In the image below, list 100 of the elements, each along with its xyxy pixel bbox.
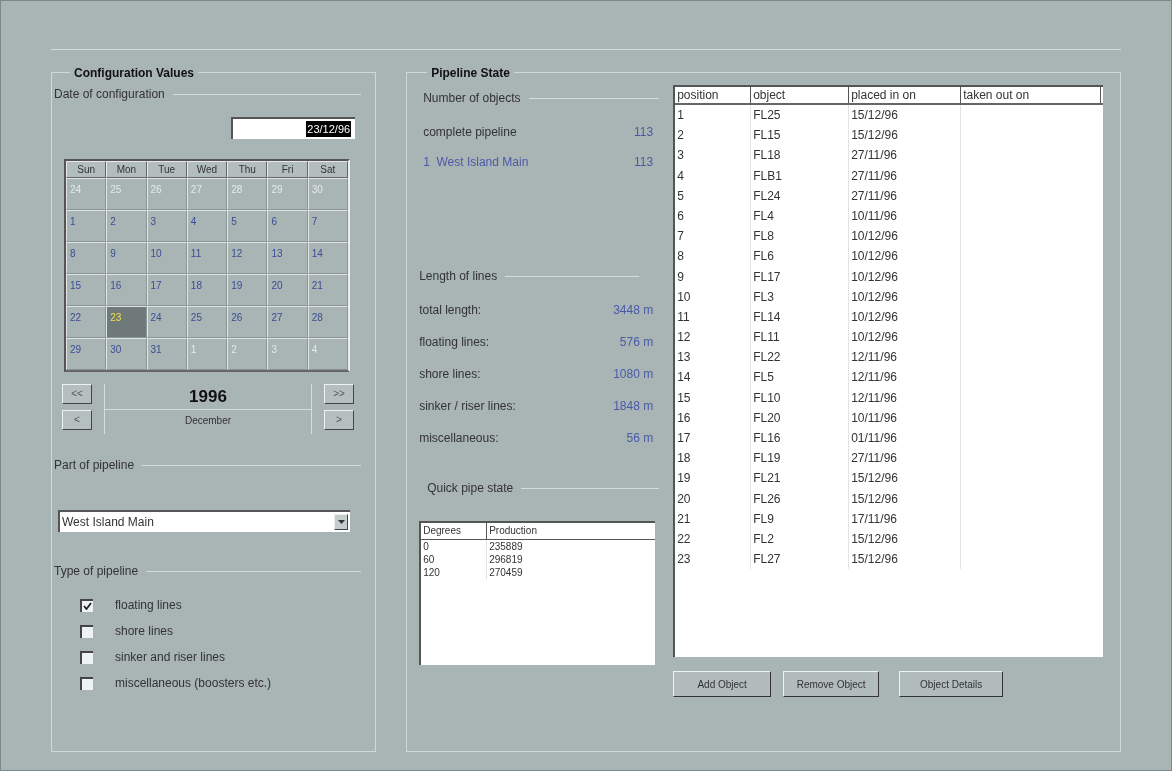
table-cell: 27/11/96: [849, 448, 962, 469]
table-cell: FL11: [751, 327, 850, 348]
next-month-button[interactable]: >: [324, 410, 354, 430]
checkbox-label: sinker and riser lines: [115, 649, 226, 666]
weekday-header: Thu: [227, 161, 268, 178]
table-cell: 22: [675, 528, 752, 550]
calendar-day[interactable]: 29: [66, 338, 107, 370]
table-cell: 12/11/96: [849, 387, 962, 408]
calendar-day[interactable]: 21: [307, 274, 348, 306]
table-cell: 19: [675, 468, 752, 489]
calendar-day[interactable]: 12: [227, 242, 268, 274]
calendar-day[interactable]: 3: [146, 210, 187, 242]
table-cell-text: 296819: [488, 553, 524, 566]
table-cell: FLB1: [751, 165, 850, 186]
table-cell: 12: [675, 327, 752, 348]
calendar-day[interactable]: 23: [106, 306, 147, 338]
calendar-day[interactable]: 6: [267, 210, 308, 242]
action-button[interactable]: Object Details: [899, 671, 1004, 697]
previous-month-button[interactable]: <: [62, 410, 92, 430]
table-cell: FL2: [751, 528, 850, 550]
calendar-day[interactable]: 30: [106, 338, 147, 370]
calendar-day[interactable]: 10: [146, 242, 187, 274]
next-year-button[interactable]: >>: [324, 384, 354, 404]
count-label: 1 West Island Main: [423, 154, 529, 171]
calendar-day[interactable]: 16: [106, 274, 147, 306]
length-label: sinker / riser lines:: [419, 398, 516, 415]
calendar-day[interactable]: 31: [146, 338, 187, 370]
table-cell: 17: [675, 428, 752, 449]
calendar-day[interactable]: 22: [66, 306, 107, 338]
column-header: position: [675, 87, 752, 103]
checkbox[interactable]: [80, 598, 93, 612]
table-cell: FL9: [751, 508, 850, 529]
table-cell: FL6: [751, 246, 850, 267]
table-cell: 27/11/96: [849, 165, 962, 186]
checkbox[interactable]: [80, 624, 93, 638]
table-cell: 12/11/96: [849, 347, 962, 368]
count-value: 113: [634, 124, 654, 141]
table-cell-text: 270459: [488, 566, 524, 579]
calendar-day[interactable]: 5: [227, 210, 268, 242]
column-header: Degrees: [421, 523, 488, 539]
table-cell: FL24: [751, 185, 850, 206]
table-cell: 120: [421, 566, 488, 579]
length-value: 1848 m: [613, 398, 654, 415]
table-cell: FL27: [751, 549, 850, 570]
table-cell: 17/11/96: [849, 508, 962, 529]
previous-year-button[interactable]: <<: [62, 384, 92, 404]
table-cell: 15/12/96: [849, 549, 962, 570]
date-field[interactable]: 23/12/96: [231, 117, 356, 139]
length-value: 576 m: [619, 334, 654, 351]
checkbox-label: miscellaneous (boosters etc.): [115, 675, 272, 692]
calendar-day[interactable]: 13: [267, 242, 308, 274]
checkbox-label: shore lines: [115, 623, 174, 640]
table-cell: FL21: [751, 468, 850, 489]
calendar-day[interactable]: 19: [227, 274, 268, 306]
table-cell: 10/12/96: [849, 327, 962, 348]
column-header: object: [751, 87, 850, 103]
weekday-header: Sat: [307, 161, 348, 178]
column-header: Production: [488, 524, 538, 538]
weekday-header: Sun: [66, 161, 107, 178]
calendar-day[interactable]: 1: [66, 210, 107, 242]
table-cell: FL14: [751, 306, 850, 328]
checkbox[interactable]: [80, 650, 93, 664]
calendar-day[interactable]: 20: [267, 274, 308, 306]
calendar-day[interactable]: 15: [66, 274, 107, 306]
table-cell: 10/12/96: [849, 226, 962, 247]
calendar-day[interactable]: 14: [307, 242, 348, 274]
calendar-day[interactable]: 24: [146, 306, 187, 338]
length-value: 56 m: [626, 430, 654, 447]
table-cell: 11: [675, 306, 752, 328]
calendar-day[interactable]: 17: [146, 274, 187, 306]
table-cell: 18: [675, 448, 752, 469]
section-title: Part of pipeline: [54, 457, 135, 474]
length-label: total length:: [419, 302, 482, 319]
action-button[interactable]: Remove Object: [783, 671, 880, 697]
calendar-day[interactable]: 4: [186, 210, 228, 242]
section-title: Date of configuration: [54, 86, 165, 103]
calendar-day[interactable]: 27: [267, 306, 308, 338]
table-cell: 27/11/96: [849, 145, 962, 166]
action-button[interactable]: Add Object: [673, 671, 772, 697]
calendar-day[interactable]: 25: [186, 306, 228, 338]
table-cell: 10/12/96: [849, 266, 962, 287]
table-cell: 10/11/96: [849, 205, 962, 227]
calendar-day[interactable]: 7: [307, 210, 348, 242]
calendar-day[interactable]: 11: [186, 242, 228, 274]
section-title: Type of pipeline: [54, 563, 139, 580]
calendar-day[interactable]: 2: [106, 210, 147, 242]
table-cell-text: 235889: [488, 540, 524, 553]
calendar-day[interactable]: 9: [106, 242, 147, 274]
calendar-day[interactable]: 26: [227, 306, 268, 338]
section-title: Quick pipe state: [427, 480, 514, 497]
length-label: miscellaneous:: [419, 430, 499, 447]
calendar-day[interactable]: 8: [66, 242, 107, 274]
table-cell: 15/12/96: [849, 488, 962, 509]
section-title: Length of lines: [419, 268, 498, 285]
calendar-day[interactable]: 18: [186, 274, 228, 306]
checkbox[interactable]: [80, 676, 93, 690]
table-cell: FL5: [751, 367, 850, 388]
table-cell: 20: [675, 488, 752, 509]
calendar-day[interactable]: 28: [307, 306, 348, 338]
dropdown[interactable]: West Island Main: [58, 510, 350, 532]
